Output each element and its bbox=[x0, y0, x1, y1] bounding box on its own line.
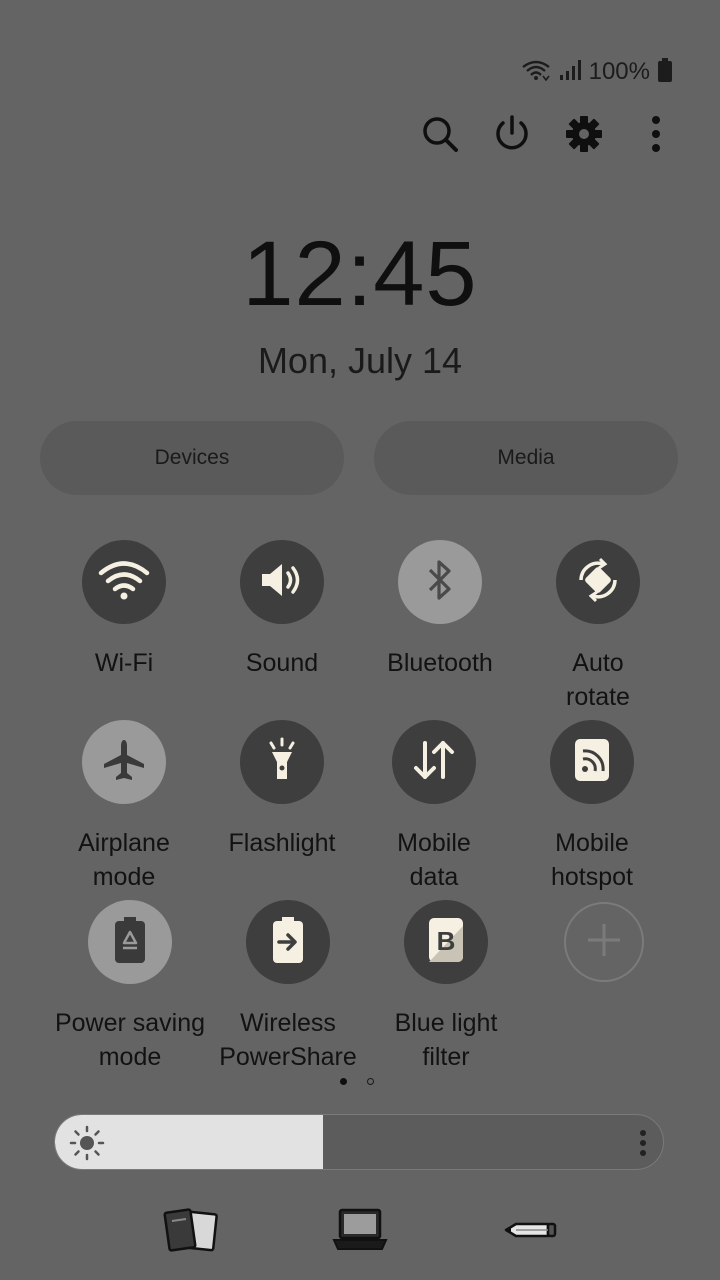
page-dot-active bbox=[340, 1078, 347, 1085]
more-vertical-icon bbox=[650, 114, 662, 159]
page-dot bbox=[367, 1078, 374, 1085]
tile-auto-rotate[interactable]: Auto rotate bbox=[513, 540, 683, 714]
power-icon bbox=[492, 114, 532, 159]
plus-icon bbox=[584, 920, 624, 965]
tile-label-line: Wireless bbox=[240, 1009, 336, 1037]
books-app-button[interactable] bbox=[160, 1206, 220, 1258]
books-icon bbox=[161, 1207, 219, 1258]
tile-wireless-powershare[interactable]: Wireless PowerShare bbox=[203, 900, 373, 1074]
airplane-icon bbox=[101, 737, 147, 788]
wifi-status-icon bbox=[521, 59, 551, 86]
data-transfer-icon bbox=[411, 737, 457, 788]
flashlight-icon bbox=[262, 737, 302, 788]
tile-sound[interactable]: Sound bbox=[197, 540, 367, 680]
add-tile-button[interactable] bbox=[564, 902, 644, 982]
tile-add[interactable] bbox=[519, 902, 689, 982]
tile-flashlight[interactable]: Flashlight bbox=[197, 720, 367, 860]
tile-label-line: filter bbox=[422, 1043, 470, 1071]
battery-share-icon bbox=[270, 916, 306, 969]
airplane-toggle[interactable] bbox=[82, 720, 166, 804]
search-button[interactable] bbox=[416, 112, 464, 160]
battery-recycle-icon bbox=[112, 916, 148, 969]
wifi-icon bbox=[98, 558, 150, 607]
signal-icon bbox=[559, 59, 581, 86]
power-button[interactable] bbox=[488, 112, 536, 160]
settings-button[interactable] bbox=[560, 112, 608, 160]
tile-mobile-hotspot[interactable]: Mobile hotspot bbox=[507, 720, 677, 894]
tile-label-line: hotspot bbox=[550, 863, 633, 891]
brightness-options-icon[interactable] bbox=[639, 1129, 647, 1162]
gear-icon bbox=[564, 114, 604, 159]
tile-label-line: PowerShare bbox=[219, 1043, 357, 1071]
tile-label-line: Auto bbox=[572, 649, 624, 677]
bluetooth-icon bbox=[425, 558, 455, 607]
tile-label-line: mode bbox=[92, 863, 156, 891]
tile-label-line: data bbox=[409, 863, 459, 891]
tile-label: Wireless PowerShare bbox=[203, 1006, 373, 1074]
tile-label-line: Power saving bbox=[54, 1009, 206, 1037]
search-icon bbox=[420, 114, 460, 159]
tile-label: Airplane mode bbox=[39, 826, 209, 894]
brightness-slider[interactable] bbox=[54, 1114, 664, 1170]
tile-wifi[interactable]: Wi-Fi bbox=[39, 540, 209, 680]
tile-label-line: mode bbox=[98, 1043, 162, 1071]
tile-label: Wi-Fi bbox=[94, 649, 154, 677]
svg-text:B: B bbox=[437, 926, 456, 956]
rotate-icon bbox=[573, 555, 623, 610]
pencil-app-button[interactable] bbox=[500, 1206, 560, 1258]
battery-icon bbox=[658, 57, 672, 87]
flashlight-toggle[interactable] bbox=[240, 720, 324, 804]
tile-blue-light-filter[interactable]: B Blue light filter bbox=[361, 900, 531, 1074]
blue-light-icon: B bbox=[426, 916, 466, 969]
tile-label: Flashlight bbox=[228, 829, 336, 857]
laptop-app-button[interactable] bbox=[330, 1206, 390, 1258]
auto-rotate-toggle[interactable] bbox=[556, 540, 640, 624]
bluetooth-toggle[interactable] bbox=[398, 540, 482, 624]
tile-label: Mobile data bbox=[349, 826, 519, 894]
wireless-powershare-toggle[interactable] bbox=[246, 900, 330, 984]
devices-button[interactable]: Devices bbox=[40, 421, 344, 495]
tile-power-saving[interactable]: Power saving mode bbox=[45, 900, 215, 1074]
laptop-icon bbox=[332, 1207, 388, 1258]
power-saving-toggle[interactable] bbox=[88, 900, 172, 984]
hotspot-icon bbox=[572, 737, 612, 788]
tile-mobile-data[interactable]: Mobile data bbox=[349, 720, 519, 894]
wifi-toggle[interactable] bbox=[82, 540, 166, 624]
pencil-icon bbox=[502, 1215, 558, 1250]
tile-label-line: Blue light bbox=[394, 1009, 498, 1037]
media-button[interactable]: Media bbox=[374, 421, 678, 495]
page-indicator bbox=[340, 1078, 374, 1085]
tile-label-line: Mobile bbox=[397, 829, 471, 857]
mobile-data-toggle[interactable] bbox=[392, 720, 476, 804]
sound-toggle[interactable] bbox=[240, 540, 324, 624]
tile-label-line: Mobile bbox=[555, 829, 629, 857]
tile-label-line: Airplane bbox=[78, 829, 170, 857]
battery-percentage: 100% bbox=[588, 58, 650, 85]
clock-time: 12:45 bbox=[242, 223, 478, 325]
clock-date: Mon, July 14 bbox=[257, 340, 463, 381]
more-options-button[interactable] bbox=[632, 112, 680, 160]
blue-light-toggle[interactable]: B bbox=[404, 900, 488, 984]
sun-icon bbox=[69, 1125, 105, 1166]
tile-label-line: rotate bbox=[566, 683, 630, 711]
speaker-icon bbox=[258, 560, 306, 605]
tile-label: Auto rotate bbox=[513, 646, 683, 714]
tile-airplane-mode[interactable]: Airplane mode bbox=[39, 720, 209, 894]
hotspot-toggle[interactable] bbox=[550, 720, 634, 804]
tile-label: Mobile hotspot bbox=[507, 826, 677, 894]
tile-label: Bluetooth bbox=[387, 649, 493, 677]
tile-label: Power saving mode bbox=[45, 1006, 215, 1074]
tile-label: Sound bbox=[245, 649, 319, 677]
tile-bluetooth[interactable]: Bluetooth bbox=[355, 540, 525, 680]
status-bar: 100% bbox=[521, 56, 672, 88]
tile-label: Blue light filter bbox=[361, 1006, 531, 1074]
